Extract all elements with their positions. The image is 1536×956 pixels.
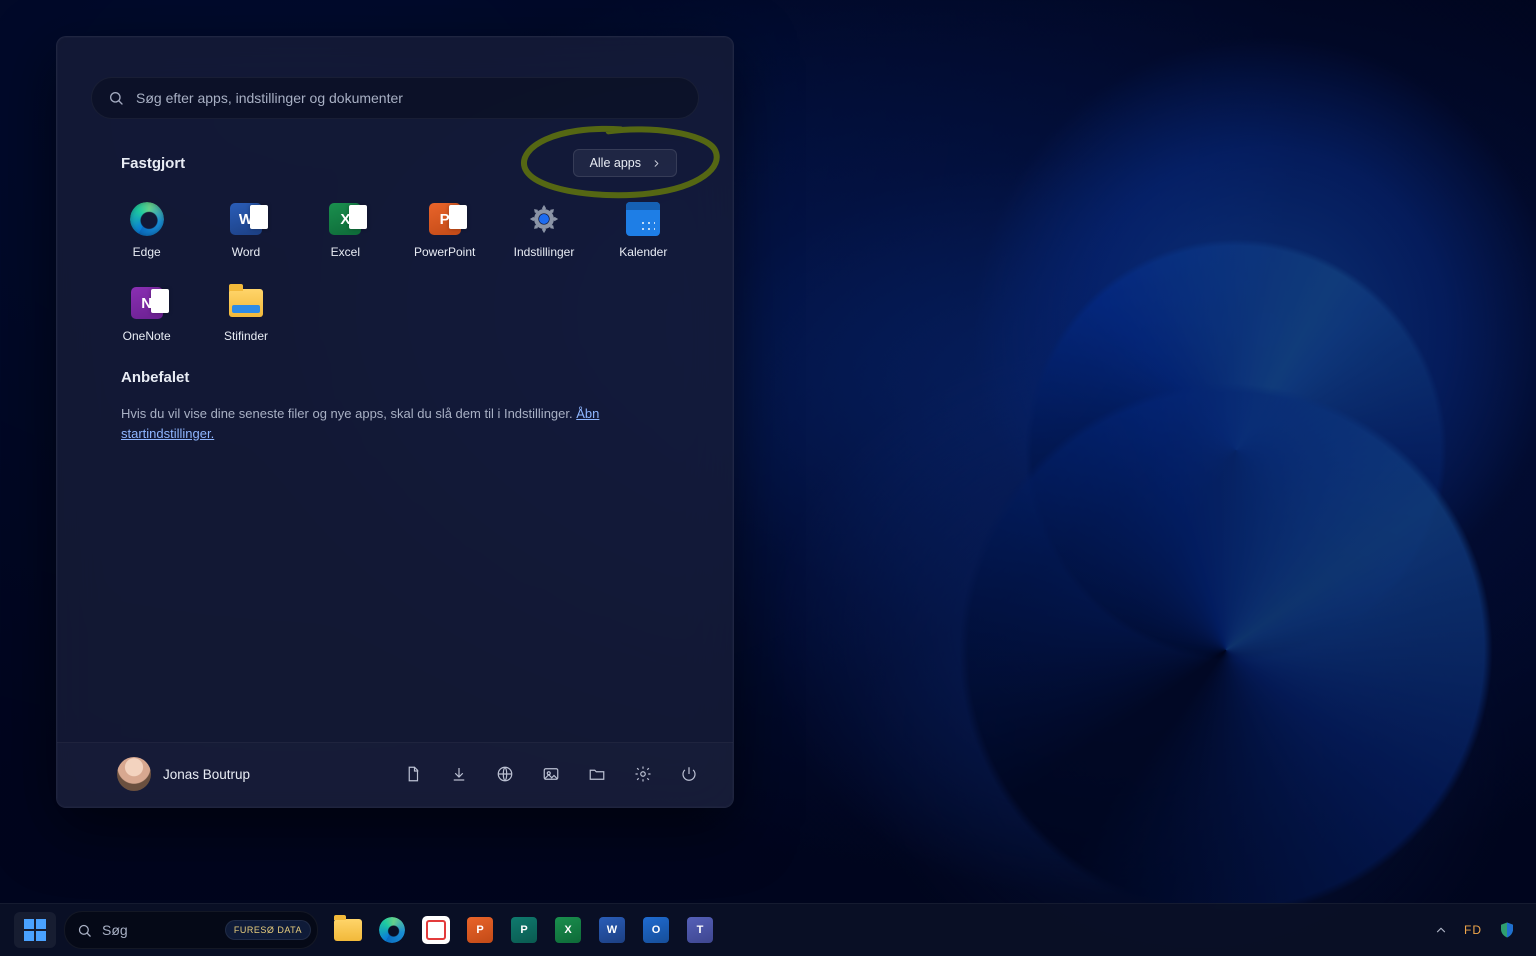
taskbar: Søg FURESØ DATA P P X W O T FD [0, 903, 1536, 956]
pinned-app-label: Word [232, 245, 260, 259]
recommended-section-title: Anbefalet [121, 369, 669, 386]
pinned-app-excel[interactable]: X Excel [296, 191, 395, 265]
start-search-input[interactable]: Søg efter apps, indstillinger og dokumen… [91, 77, 699, 119]
excel-icon: X [329, 203, 361, 235]
pinned-app-label: Indstillinger [514, 245, 575, 259]
edge-icon [130, 202, 164, 236]
teams-icon: T [687, 917, 713, 943]
user-account-button[interactable]: Jonas Boutrup [117, 757, 250, 791]
pinned-grid: Edge W Word X Excel P PowerPoint [57, 183, 733, 349]
taskbar-app-outlook[interactable]: O [638, 912, 674, 948]
pinned-app-label: PowerPoint [414, 245, 475, 259]
power-icon [680, 765, 698, 783]
windows-logo-icon [24, 919, 46, 941]
security-shield-icon[interactable] [1498, 921, 1516, 939]
file-explorer-button[interactable] [587, 764, 607, 784]
power-button[interactable] [679, 764, 699, 784]
taskbar-app-powerpoint[interactable]: P [462, 912, 498, 948]
folder-outline-icon [588, 765, 606, 783]
pinned-app-label: Excel [331, 245, 360, 259]
pinned-app-settings[interactable]: Indstillinger [494, 191, 593, 265]
powerpoint-icon: P [467, 917, 493, 943]
folder-icon [334, 919, 362, 941]
search-icon [77, 923, 92, 938]
gear-outline-icon [634, 765, 652, 783]
taskbar-app-snipping-tool[interactable] [418, 912, 454, 948]
download-icon [450, 765, 468, 783]
start-search-placeholder: Søg efter apps, indstillinger og dokumen… [136, 90, 403, 106]
pictures-folder-button[interactable] [541, 764, 561, 784]
downloads-folder-button[interactable] [449, 764, 469, 784]
taskbar-tray: FD [1434, 921, 1522, 939]
photos-icon [542, 765, 560, 783]
edge-icon [379, 917, 405, 943]
pinned-app-label: Stifinder [224, 329, 268, 343]
user-name: Jonas Boutrup [163, 767, 250, 782]
pinned-app-edge[interactable]: Edge [97, 191, 196, 265]
taskbar-app-publisher[interactable]: P [506, 912, 542, 948]
word-icon: W [230, 203, 262, 235]
word-icon: W [599, 917, 625, 943]
pinned-section-title: Fastgjort [121, 155, 185, 172]
gear-icon [527, 202, 561, 236]
pinned-app-onenote[interactable]: N OneNote [97, 275, 196, 349]
pinned-app-calendar[interactable]: Kalender [594, 191, 693, 265]
recommended-hint-text: Hvis du vil vise dine seneste filer og n… [121, 406, 576, 421]
chevron-right-icon [651, 158, 662, 169]
search-icon [108, 90, 124, 106]
taskbar-app-word[interactable]: W [594, 912, 630, 948]
calendar-icon [626, 202, 660, 236]
globe-icon [496, 765, 514, 783]
recommended-hint: Hvis du vil vise dine seneste filer og n… [121, 404, 669, 443]
start-menu: Søg efter apps, indstillinger og dokumen… [56, 36, 734, 808]
folder-icon [229, 289, 263, 317]
outlook-icon: O [643, 917, 669, 943]
documents-folder-button[interactable] [403, 764, 423, 784]
network-button[interactable] [495, 764, 515, 784]
pinned-app-label: Edge [133, 245, 161, 259]
all-apps-button[interactable]: Alle apps [573, 149, 677, 177]
pinned-app-powerpoint[interactable]: P PowerPoint [395, 191, 494, 265]
publisher-icon: P [511, 917, 537, 943]
start-button[interactable] [14, 912, 56, 948]
document-icon [404, 765, 422, 783]
pinned-app-label: OneNote [123, 329, 171, 343]
snipping-icon [422, 916, 450, 944]
settings-button[interactable] [633, 764, 653, 784]
tray-overflow-button[interactable] [1434, 923, 1448, 937]
powerpoint-icon: P [429, 203, 461, 235]
pinned-app-file-explorer[interactable]: Stifinder [196, 275, 295, 349]
taskbar-apps: P P X W O T [330, 912, 718, 948]
footer-row [403, 764, 699, 784]
taskbar-app-teams[interactable]: T [682, 912, 718, 948]
taskbar-app-excel[interactable]: X [550, 912, 586, 948]
avatar [117, 757, 151, 791]
excel-icon: X [555, 917, 581, 943]
onenote-icon: N [131, 287, 163, 319]
taskbar-search-chip: FURESØ DATA [225, 920, 311, 940]
taskbar-app-edge[interactable] [374, 912, 410, 948]
tray-indicator: FD [1464, 923, 1482, 937]
all-apps-label: Alle apps [590, 156, 641, 170]
pinned-app-label: Kalender [619, 245, 667, 259]
taskbar-search-placeholder: Søg [102, 922, 215, 938]
taskbar-search-input[interactable]: Søg FURESØ DATA [64, 911, 318, 949]
taskbar-app-file-explorer[interactable] [330, 912, 366, 948]
pinned-app-word[interactable]: W Word [196, 191, 295, 265]
